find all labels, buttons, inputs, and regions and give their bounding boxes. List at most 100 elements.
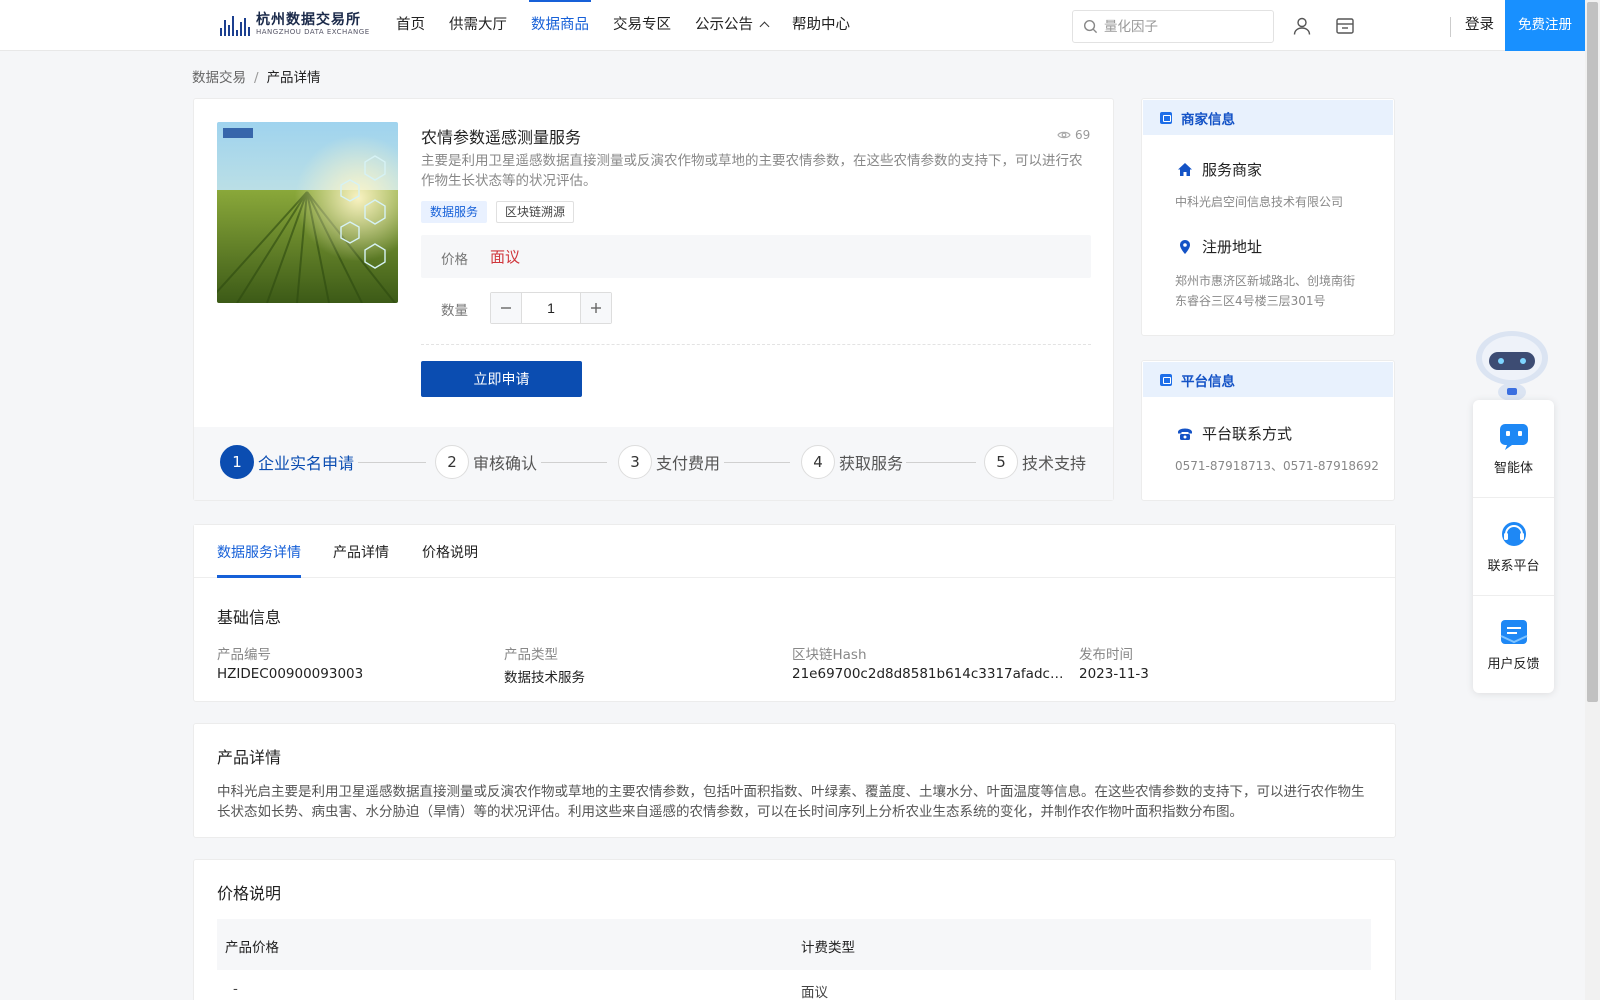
- step-5: 5 技术支持: [984, 445, 1086, 479]
- decrement-button[interactable]: [491, 293, 522, 323]
- service-merchant-name: 中科光启空间信息技术有限公司: [1175, 195, 1344, 209]
- billing-type-column-header: 计费类型: [801, 940, 855, 956]
- site-logo[interactable]: 杭州数据交易所 HANGZHOU DATA EXCHANGE: [220, 12, 370, 37]
- location-pin-icon: [1180, 239, 1190, 254]
- registered-address-line-2: 东睿谷三区4号楼三层301号: [1175, 294, 1326, 308]
- breadcrumb-current: 产品详情: [266, 70, 321, 86]
- step-connector: [724, 462, 790, 463]
- search-box: [1072, 10, 1274, 43]
- publish-date-value: 2023-11-3: [1079, 666, 1149, 682]
- quantity-label: 数量: [441, 303, 468, 319]
- logo-subtitle: HANGZHOU DATA EXCHANGE: [256, 28, 370, 36]
- breadcrumb-parent[interactable]: 数据交易: [192, 70, 246, 86]
- registered-address-label: 注册地址: [1202, 238, 1263, 256]
- store-icon[interactable]: [1335, 16, 1355, 36]
- process-steps: 1 企业实名申请 2 审核确认 3 支付费用 4 获取服务 5 技术支持: [194, 427, 1113, 500]
- step-2-label: 审核确认: [473, 454, 538, 473]
- info-box-icon: [1160, 373, 1172, 386]
- quantity-stepper: [490, 292, 612, 324]
- view-count: 69: [1057, 128, 1090, 142]
- quantity-input[interactable]: [522, 293, 580, 323]
- dashed-divider: [421, 344, 1091, 345]
- price-row: 价格 面议: [421, 235, 1091, 278]
- product-type-value: 数据技术服务: [504, 670, 585, 686]
- step-4-number: 4: [801, 445, 835, 479]
- step-2: 2 审核确认: [435, 445, 537, 479]
- info-box-icon: [1160, 111, 1172, 124]
- product-code-value: HZIDEC00900093003: [217, 666, 364, 682]
- merchant-info-card: 商家信息 服务商家 中科光启空间信息技术有限公司 注册地址 郑州市惠济区新城路北…: [1141, 98, 1395, 336]
- nav-home[interactable]: 首页: [396, 0, 425, 51]
- eye-icon: [1057, 131, 1071, 139]
- contact-platform-button[interactable]: 联系平台: [1473, 498, 1554, 594]
- detail-tabs: 数据服务详情 产品详情 价格说明: [194, 525, 1395, 578]
- main-nav: 首页 供需大厅 数据商品 交易专区 公示公告 帮助中心: [396, 0, 874, 51]
- service-merchant-label: 服务商家: [1202, 161, 1263, 179]
- tab-data-service-detail[interactable]: 数据服务详情: [217, 542, 301, 562]
- ai-agent-label: 智能体: [1493, 460, 1533, 476]
- nav-announcements[interactable]: 公示公告: [695, 0, 770, 51]
- step-connector: [541, 462, 607, 463]
- chatbot-icon: [1499, 423, 1528, 450]
- nav-supply-demand[interactable]: 供需大厅: [449, 0, 507, 51]
- farm-field-image: [217, 122, 398, 303]
- page-scrollbar[interactable]: [1585, 0, 1600, 1000]
- product-description: 主要是利用卫星遥感数据直接测量或反演农作物或草地的主要农情参数，在这些农情参数的…: [421, 153, 1083, 189]
- login-link[interactable]: 登录: [1465, 0, 1494, 51]
- step-3-number: 3: [618, 445, 652, 479]
- nav-help[interactable]: 帮助中心: [792, 0, 850, 51]
- step-3: 3 支付费用: [618, 445, 720, 479]
- step-2-number: 2: [435, 445, 469, 479]
- apply-now-button[interactable]: 立即申请: [421, 361, 582, 397]
- user-feedback-button[interactable]: 用户反馈: [1473, 596, 1554, 692]
- platform-contact-heading: 平台联系方式: [1177, 423, 1292, 444]
- nav-data-products[interactable]: 数据商品: [529, 0, 591, 51]
- step-connector: [906, 462, 976, 463]
- price-column-header: 产品价格: [225, 940, 279, 956]
- product-detail-title: 产品详情: [217, 748, 282, 767]
- register-button[interactable]: 免费注册: [1505, 0, 1585, 51]
- tab-product-detail[interactable]: 产品详情: [333, 542, 389, 562]
- price-table-header: 产品价格 计费类型: [217, 919, 1371, 970]
- headset-icon: [1501, 521, 1526, 546]
- scrollbar-thumb[interactable]: [1587, 2, 1598, 702]
- product-image: [217, 122, 398, 303]
- increment-button[interactable]: [580, 293, 611, 323]
- ai-agent-button[interactable]: 智能体: [1473, 400, 1554, 496]
- view-count-value: 69: [1075, 128, 1091, 142]
- logo-title: 杭州数据交易所: [256, 12, 361, 28]
- tag-data-service: 数据服务: [421, 201, 488, 223]
- feedback-mail-icon: [1500, 619, 1527, 644]
- search-input[interactable]: [1104, 19, 1254, 34]
- nav-trade-zone[interactable]: 交易专区: [613, 0, 671, 51]
- robot-mascot-icon[interactable]: [1471, 326, 1553, 402]
- plus-icon: [591, 303, 601, 313]
- platform-info-title: 平台信息: [1181, 373, 1235, 390]
- publish-date-key: 发布时间: [1079, 647, 1133, 663]
- top-navbar: 杭州数据交易所 HANGZHOU DATA EXCHANGE 首页 供需大厅 数…: [0, 0, 1585, 51]
- platform-contact-phones: 0571-87918713、0571-87918692: [1175, 459, 1379, 473]
- product-detail-text: 中科光启主要是利用卫星遥感数据直接测量或反演农作物或草地的主要农情参数，包括叶面…: [217, 784, 1365, 820]
- search-icon: [1083, 19, 1098, 34]
- breadcrumb-separator: /: [254, 70, 259, 86]
- chevron-up-icon: [759, 21, 770, 32]
- tab-price-description[interactable]: 价格说明: [422, 542, 478, 562]
- price-cell: -: [233, 981, 238, 997]
- breadcrumb: 数据交易 / 产品详情: [192, 66, 321, 86]
- step-1-number: 1: [220, 445, 254, 479]
- registered-address-heading: 注册地址: [1177, 236, 1262, 257]
- step-4-label: 获取服务: [839, 454, 904, 473]
- step-4: 4 获取服务: [801, 445, 903, 479]
- tag-blockchain-trace: 区块链溯源: [496, 201, 575, 223]
- step-5-label: 技术支持: [1022, 454, 1087, 473]
- user-icon[interactable]: [1292, 16, 1312, 36]
- blockchain-hash-key: 区块链Hash: [792, 647, 867, 663]
- minus-icon: [501, 307, 511, 309]
- price-description-title: 价格说明: [217, 884, 282, 903]
- step-connector: [358, 462, 426, 463]
- platform-info-header: 平台信息: [1143, 362, 1393, 397]
- header-divider: [1450, 17, 1451, 37]
- step-5-number: 5: [984, 445, 1018, 479]
- merchant-info-header: 商家信息: [1143, 100, 1393, 135]
- product-type-key: 产品类型: [504, 647, 558, 663]
